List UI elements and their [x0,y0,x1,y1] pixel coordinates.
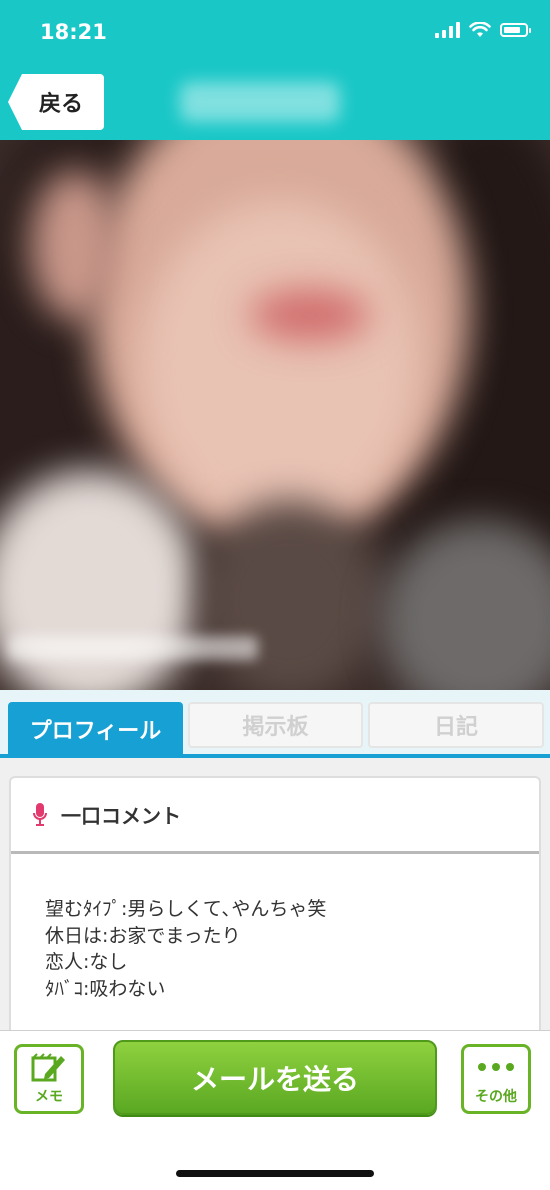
comment-line: 恋人:なし [45,951,128,973]
back-button[interactable]: 戻る [8,74,104,130]
profile-photo[interactable] [0,140,550,690]
battery-icon [500,23,531,37]
other-label: その他 [475,1089,517,1105]
bottom-action-bar: メモ メールを送る その他 [0,1030,550,1190]
more-dots-icon [478,1063,514,1071]
status-icons [435,22,531,38]
blurred-caption [8,636,258,660]
memo-icon [31,1053,65,1082]
tab-diary[interactable]: 日記 [368,702,544,748]
send-mail-label: メールを送る [190,1062,359,1096]
send-mail-button[interactable]: メールを送る [113,1040,437,1115]
blurred-username [180,82,340,122]
profile-tabs: プロフィール 掲示板 日記 [0,690,550,758]
tab-bulletin-board[interactable]: 掲示板 [188,702,363,748]
status-time: 18:21 [40,20,107,44]
comment-line: ﾀﾊﾞｺ:吸わない [45,977,166,1000]
comment-line: 休日は:お家でまったり [45,924,241,947]
other-button[interactable]: その他 [461,1044,531,1114]
comment-body: 望むﾀｲﾌﾟ:男らしくて､やんちゃ笑 休日は:お家でまったり 恋人:なし ﾀﾊﾞ… [45,896,326,1002]
comment-title: 一口コメント [61,804,181,828]
comment-card: 一口コメント 望むﾀｲﾌﾟ:男らしくて､やんちゃ笑 休日は:お家でまったり 恋人… [9,776,541,1046]
home-indicator[interactable] [176,1170,374,1177]
mic-icon [33,802,47,826]
app-header: 18:21 戻る [0,0,550,140]
back-button-label: 戻る [38,92,83,117]
wifi-icon [469,22,491,37]
comment-line: 望むﾀｲﾌﾟ:男らしくて､やんちゃ笑 [45,898,327,920]
memo-label: メモ [35,1089,63,1105]
memo-button[interactable]: メモ [14,1044,84,1114]
comment-card-header: 一口コメント [11,778,539,854]
tab-profile[interactable]: プロフィール [8,702,183,756]
signal-icon [435,22,460,38]
